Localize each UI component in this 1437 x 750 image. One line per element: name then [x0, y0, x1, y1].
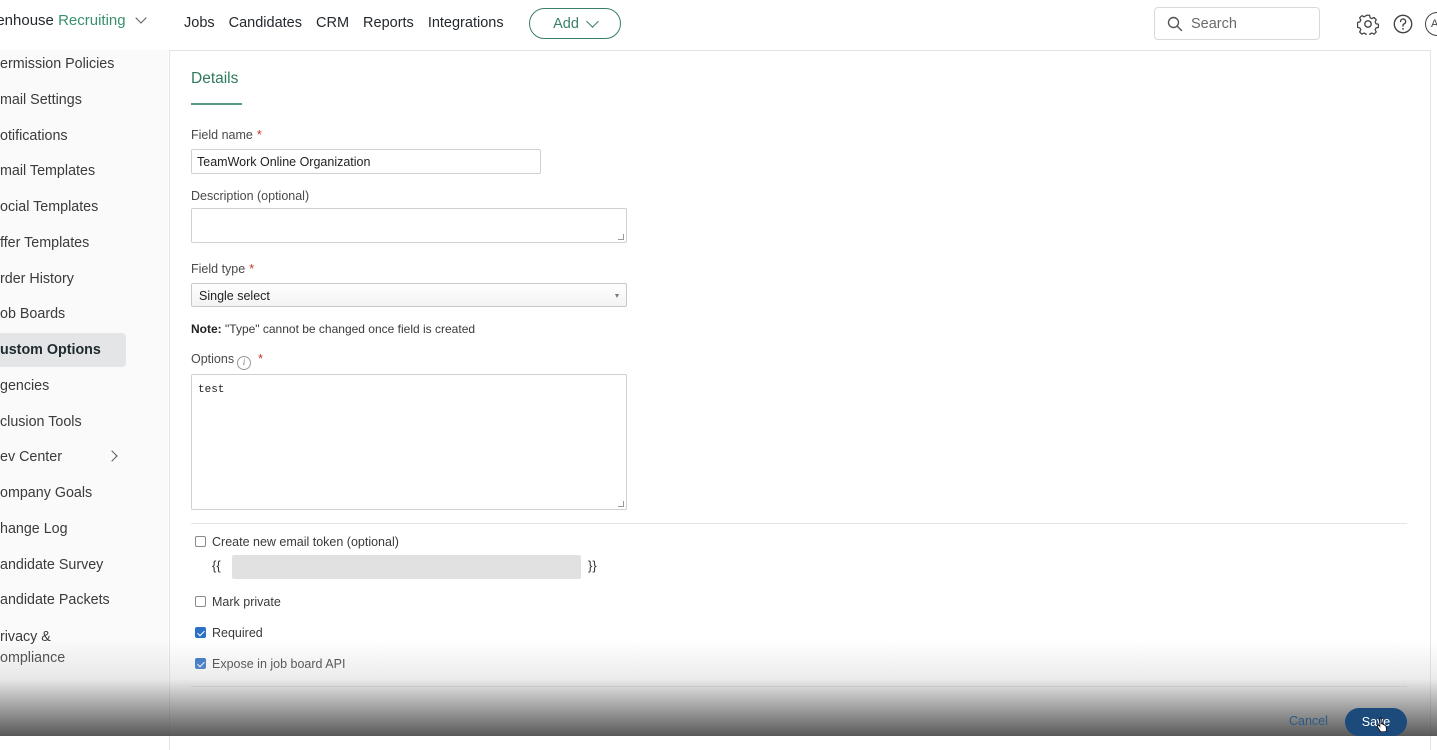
search-icon — [1167, 16, 1183, 31]
sidebar-item-label: andidate Packets — [0, 592, 110, 608]
token-brace-close: }} — [588, 558, 597, 573]
chevron-down-icon — [135, 12, 147, 24]
sidebar-item-candidate-packets[interactable]: andidate Packets — [0, 583, 126, 617]
sidebar-item-custom-options[interactable]: ustom Options — [0, 333, 126, 367]
field-name-input[interactable] — [191, 149, 541, 174]
sidebar-item-label: rivacy & — [0, 629, 51, 645]
sidebar-item-label: otifications — [0, 128, 68, 144]
brand-logo-menu[interactable]: eenhouse Recruiting — [0, 12, 147, 29]
nav-candidates[interactable]: Candidates — [229, 15, 302, 31]
sidebar-item-privacy-compliance[interactable]: rivacy & ompliance — [0, 627, 126, 675]
sidebar-item-label: ompany Goals — [0, 485, 93, 501]
email-token-checkbox[interactable] — [195, 536, 206, 547]
sidebar-item-notifications[interactable]: otifications — [0, 119, 126, 153]
sidebar-item-agencies[interactable]: gencies — [0, 369, 126, 403]
field-name-label: Field name * — [191, 128, 262, 142]
settings-sidebar: ermission Policies mail Settings otifica… — [0, 50, 168, 736]
sidebar-item-label: ompliance — [0, 650, 66, 666]
expose-api-label: Expose in job board API — [212, 657, 346, 671]
sidebar-item-label: ermission Policies — [0, 56, 115, 72]
email-token-input — [232, 555, 581, 579]
main-nav: Jobs Candidates CRM Reports Integrations — [184, 15, 504, 31]
cancel-button[interactable]: Cancel — [1289, 714, 1328, 728]
description-textarea[interactable] — [191, 208, 627, 243]
chevron-right-icon — [106, 450, 118, 462]
expose-api-checkbox[interactable] — [195, 658, 206, 669]
token-brace-open: {{ — [212, 558, 221, 573]
note-bold: Note: — [191, 322, 222, 336]
required-asterisk: * — [256, 128, 262, 142]
top-navigation-bar: eenhouse Recruiting Jobs Candidates CRM … — [0, 0, 1437, 50]
nav-crm[interactable]: CRM — [316, 15, 349, 31]
options-label-text: Options — [191, 352, 235, 366]
search-box[interactable] — [1154, 7, 1320, 40]
sidebar-item-inclusion-tools[interactable]: clusion Tools — [0, 405, 126, 439]
options-value: test — [198, 384, 225, 396]
tab-active-underline — [191, 103, 242, 105]
nav-jobs[interactable]: Jobs — [184, 15, 215, 31]
sidebar-item-email-settings[interactable]: mail Settings — [0, 83, 126, 117]
field-type-selected-value: Single select — [199, 289, 270, 303]
required-asterisk: * — [258, 352, 263, 366]
sidebar-item-offer-templates[interactable]: ffer Templates — [0, 226, 126, 260]
avatar-initials: A — [1431, 18, 1437, 30]
sidebar-item-dev-center[interactable]: ev Center — [0, 440, 126, 474]
hand-cursor-icon — [1376, 717, 1387, 732]
options-label: Options i * — [191, 352, 263, 370]
mark-private-label: Mark private — [212, 595, 281, 609]
brand-product: Recruiting — [58, 12, 126, 29]
options-textarea[interactable]: test — [191, 374, 627, 510]
sidebar-item-label: mail Templates — [0, 163, 96, 179]
sidebar-item-label: rder History — [0, 271, 74, 287]
sidebar-item-company-goals[interactable]: ompany Goals — [0, 476, 126, 510]
footer-divider — [191, 686, 1407, 687]
tab-details[interactable]: Details — [191, 70, 238, 88]
email-token-label: Create new email token (optional) — [212, 535, 399, 549]
note-text: "Type" cannot be changed once field is c… — [225, 322, 476, 336]
help-icon[interactable] — [1392, 13, 1414, 35]
resize-handle-icon[interactable] — [618, 501, 624, 507]
brand-name: eenhouse — [0, 12, 54, 29]
sidebar-item-social-templates[interactable]: ocial Templates — [0, 190, 126, 224]
chevron-down-icon — [586, 14, 599, 28]
field-type-note: Note: "Type" cannot be changed once fiel… — [191, 322, 475, 336]
settings-gear-icon[interactable] — [1357, 13, 1379, 35]
sidebar-item-label: ocial Templates — [0, 199, 99, 215]
sidebar-item-label: clusion Tools — [0, 414, 82, 430]
add-button-label: Add — [553, 15, 579, 32]
sidebar-item-label: ob Boards — [0, 306, 66, 322]
required-asterisk: * — [249, 262, 255, 276]
description-label: Description (optional) — [191, 189, 310, 203]
required-label: Required — [212, 626, 263, 640]
sidebar-item-label: ffer Templates — [0, 235, 90, 251]
field-type-select[interactable]: Single select — [191, 283, 627, 307]
search-input[interactable] — [1191, 15, 1301, 32]
sidebar-item-label: ustom Options — [0, 342, 101, 358]
sidebar-item-label: mail Settings — [0, 92, 82, 108]
resize-handle-icon[interactable] — [618, 234, 624, 240]
sidebar-item-permission-policies[interactable]: ermission Policies — [0, 47, 126, 81]
required-checkbox[interactable] — [195, 627, 206, 638]
dropdown-caret-icon — [615, 294, 619, 298]
nav-reports[interactable]: Reports — [363, 15, 414, 31]
section-divider — [191, 523, 1407, 524]
sidebar-item-label: andidate Survey — [0, 557, 104, 573]
sidebar-item-label: ev Center — [0, 449, 62, 465]
field-type-label: Field type * — [191, 262, 254, 276]
sidebar-item-change-log[interactable]: hange Log — [0, 512, 126, 546]
user-avatar[interactable]: A — [1425, 12, 1437, 36]
sidebar-item-label: hange Log — [0, 521, 68, 537]
field-name-label-text: Field name — [191, 128, 253, 142]
mark-private-checkbox[interactable] — [195, 596, 206, 607]
sidebar-item-job-boards[interactable]: ob Boards — [0, 297, 126, 331]
sidebar-item-candidate-survey[interactable]: andidate Survey — [0, 548, 126, 582]
sidebar-item-label: gencies — [0, 378, 50, 394]
add-button[interactable]: Add — [529, 8, 621, 39]
info-icon[interactable]: i — [237, 356, 252, 370]
field-type-label-text: Field type — [191, 262, 246, 276]
sidebar-item-email-templates[interactable]: mail Templates — [0, 154, 126, 188]
nav-integrations[interactable]: Integrations — [428, 15, 504, 31]
sidebar-item-order-history[interactable]: rder History — [0, 262, 126, 296]
